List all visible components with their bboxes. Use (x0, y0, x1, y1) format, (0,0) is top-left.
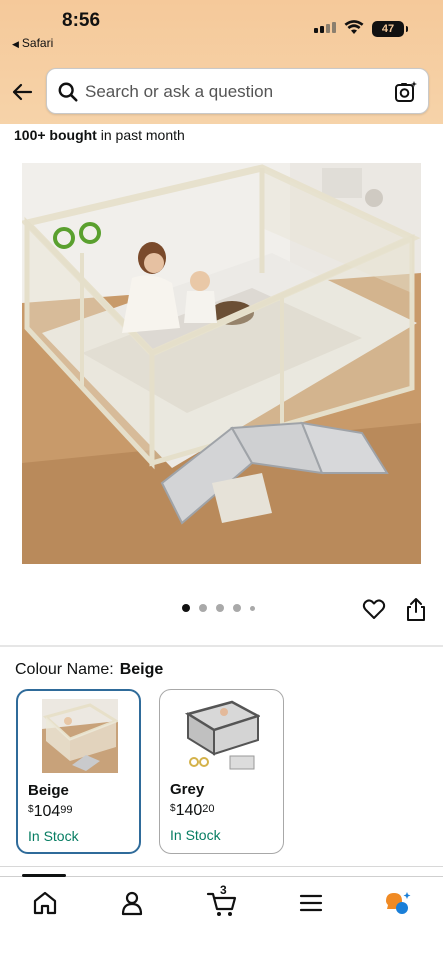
carousel-dot[interactable] (199, 604, 207, 612)
carousel-dot[interactable] (216, 604, 224, 612)
back-to-app-link[interactable]: ◀ Safari (12, 36, 53, 50)
price-whole: 104 (33, 803, 61, 820)
colour-name-value: Beige (119, 661, 164, 678)
menu-icon[interactable] (297, 889, 325, 917)
carousel-dot[interactable] (233, 604, 241, 612)
active-tab-indicator (22, 874, 66, 877)
back-app-label: Safari (21, 36, 54, 50)
bought-count-rest: in past month (96, 127, 185, 143)
swatch-price: $10499 (28, 803, 73, 821)
price-fraction: 99 (60, 804, 73, 816)
product-image[interactable] (22, 163, 421, 564)
account-icon[interactable] (118, 889, 146, 917)
price-currency: $ (170, 803, 176, 814)
colour-name-row: Colour Name: Beige (15, 661, 163, 679)
heart-icon[interactable] (362, 597, 386, 621)
swatch-name: Beige (28, 782, 69, 799)
carousel-dot[interactable] (250, 605, 255, 611)
search-bar[interactable] (46, 68, 429, 114)
cart-button[interactable]: 3 (206, 883, 238, 917)
bought-count-bold: 100+ bought (14, 127, 97, 143)
home-icon[interactable] (31, 889, 59, 917)
grey-playpen-thumbnail (184, 698, 260, 772)
beige-playpen-thumbnail (42, 699, 118, 773)
share-icon[interactable] (404, 596, 428, 622)
rufus-assistant-icon[interactable] (384, 889, 412, 917)
wifi-icon (344, 20, 364, 34)
swatch-name: Grey (170, 781, 205, 798)
battery-icon: 47 (372, 21, 408, 37)
section-divider (0, 645, 443, 647)
content-divider (0, 866, 443, 867)
battery-level: 47 (381, 23, 395, 35)
bottom-nav: 3 (0, 874, 443, 960)
camera-search-icon[interactable] (394, 80, 418, 104)
cart-count: 3 (220, 883, 227, 897)
carousel-dot[interactable] (182, 604, 190, 612)
swatch-grey[interactable]: Grey $14020 In Stock (159, 689, 284, 854)
browser-header: 8:56 ◀ Safari 47 (0, 0, 443, 124)
playpen-photo (22, 163, 421, 564)
swatch-price: $14020 (170, 802, 215, 820)
swatch-beige[interactable]: Beige $10499 In Stock (16, 689, 141, 854)
status-time: 8:56 (62, 10, 101, 31)
colour-name-label: Colour Name: (15, 661, 114, 678)
back-arrow-icon[interactable] (10, 80, 34, 104)
stock-status: In Stock (28, 828, 79, 844)
image-carousel-dots[interactable] (182, 604, 255, 612)
stock-status: In Stock (170, 827, 221, 843)
search-icon (58, 82, 78, 102)
search-input[interactable] (85, 82, 385, 102)
back-triangle-icon: ◀ (12, 39, 19, 49)
price-whole: 140 (175, 802, 203, 819)
price-currency: $ (28, 804, 34, 815)
price-fraction: 20 (202, 803, 215, 815)
cellular-signal-icon (314, 22, 336, 33)
bought-count: 100+ bought in past month (14, 127, 185, 143)
